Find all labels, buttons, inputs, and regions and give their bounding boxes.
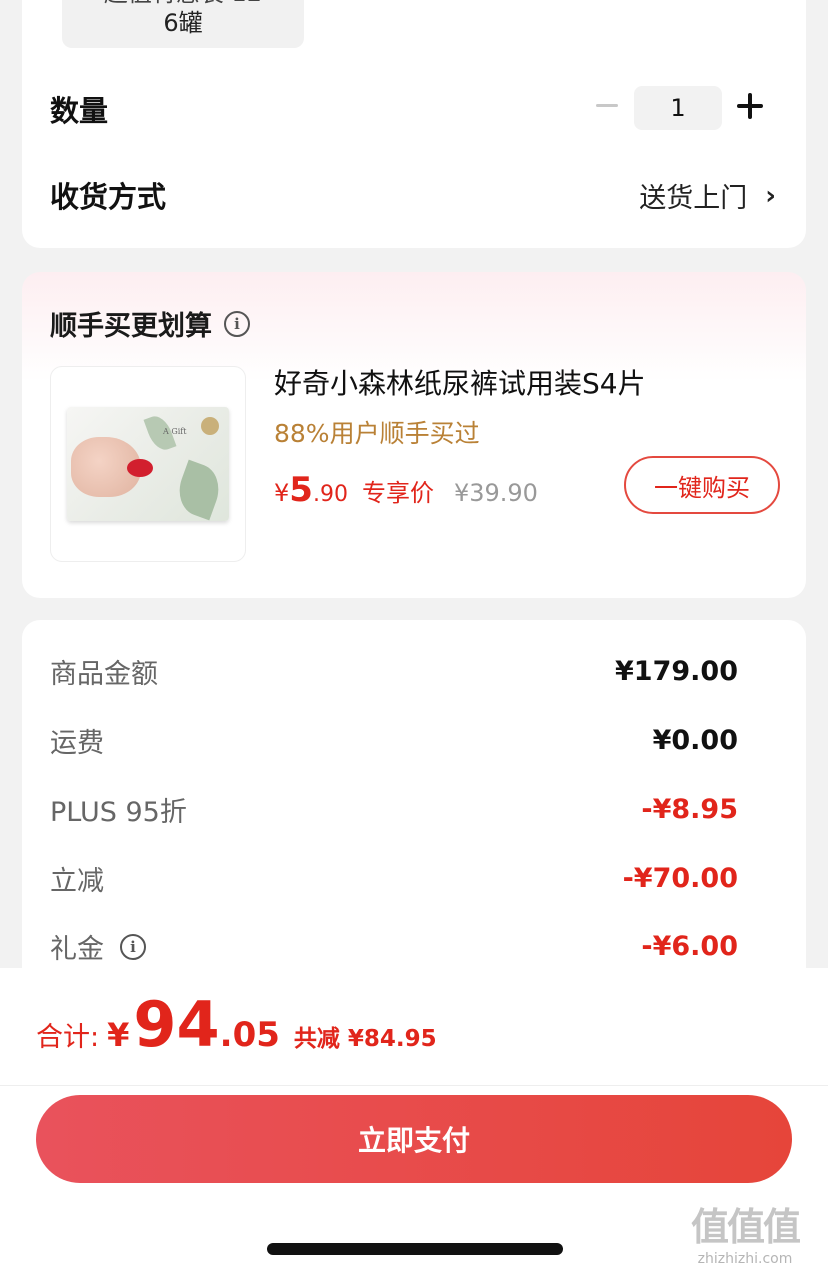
shipping-method-value: 送货上门 — [639, 183, 748, 214]
one-click-buy-button[interactable]: 一键购买 — [624, 456, 780, 514]
product-price: ¥ 5 .90 专享价 ¥39.90 — [274, 470, 538, 510]
summary-row-plus-discount: PLUS 95折 -¥8.95 — [50, 790, 738, 829]
order-options-card: 超值特惠装 12 6罐 数量 1 收货方式 送货上门 › — [22, 0, 806, 248]
price-integer: 5 — [289, 470, 313, 510]
total-currency: ¥ — [107, 1016, 130, 1054]
minus-icon — [596, 103, 618, 107]
total-decimal: .05 — [219, 1015, 280, 1055]
summary-value: ¥179.00 — [615, 656, 738, 687]
summary-row-shipping: 运费 ¥0.00 — [50, 721, 738, 760]
pay-now-button[interactable]: 立即支付 — [36, 1095, 792, 1183]
watermark: 值值值 zhizhizhi.com — [670, 1196, 820, 1267]
summary-value: -¥8.95 — [641, 794, 738, 825]
package-text: A Gift — [163, 427, 187, 436]
variant-option-label: 6罐 — [163, 9, 203, 37]
product-image[interactable]: A Gift — [50, 366, 246, 562]
watermark-logo: 值值值 — [690, 1205, 801, 1249]
total-amount: 合计: ¥ 94 .05 共减 ¥84.95 — [36, 994, 437, 1056]
product-name[interactable]: 好奇小森林纸尿裤试用装S4片 — [274, 362, 646, 402]
huggies-logo-icon — [127, 459, 153, 477]
quantity-input[interactable]: 1 — [634, 86, 722, 130]
shipping-method-label: 收货方式 — [50, 180, 167, 214]
recommendation-title: 顺手买更划算 i — [50, 304, 250, 343]
summary-row-gift-money: 礼金 i -¥6.00 — [50, 927, 738, 966]
quantity-label: 数量 — [50, 94, 109, 128]
summary-value: -¥6.00 — [641, 931, 738, 962]
quantity-increase-button[interactable] — [737, 93, 763, 119]
recommendation-title-text: 顺手买更划算 — [50, 311, 212, 342]
total-integer: 94 — [133, 988, 220, 1061]
home-indicator — [267, 1243, 563, 1255]
summary-row-goods: 商品金额 ¥179.00 — [50, 652, 738, 691]
divider — [0, 1085, 828, 1086]
total-label: 合计: — [36, 1022, 100, 1053]
variant-option[interactable]: 超值特惠装 12 6罐 — [62, 0, 304, 48]
variant-option-partial-text: 超值特惠装 12 — [104, 0, 262, 8]
summary-label: 运费 — [50, 728, 104, 759]
price-currency: ¥ — [274, 479, 290, 507]
summary-label: 立减 — [50, 866, 104, 897]
original-price: ¥39.90 — [453, 479, 538, 507]
watermark-url: zhizhizhi.com — [697, 1251, 793, 1267]
chevron-right-icon: › — [765, 180, 776, 211]
summary-label: PLUS 95折 — [50, 797, 187, 828]
shipping-method-selector[interactable]: 送货上门 › — [639, 176, 776, 215]
summary-value: -¥70.00 — [622, 863, 738, 894]
info-icon[interactable]: i — [224, 310, 250, 337]
summary-label: 商品金额 — [50, 659, 158, 690]
price-decimal: .90 — [312, 482, 348, 507]
info-icon[interactable]: i — [120, 933, 146, 960]
summary-row-instant-discount: 立减 -¥70.00 — [50, 859, 738, 898]
checkout-bar: 合计: ¥ 94 .05 共减 ¥84.95 立即支付 值值值 zhizhizh… — [0, 968, 828, 1273]
product-popularity: 88%用户顺手买过 — [274, 419, 480, 448]
exclusive-price-tag: 专享价 — [361, 479, 434, 507]
diaper-package-image: A Gift — [67, 407, 229, 521]
total-discount[interactable]: 共减 ¥84.95 — [294, 1019, 437, 1053]
add-on-recommendation-card: 顺手买更划算 i A Gift 好奇小森林纸尿裤试用装S4片 88%用户顺手买过… — [22, 272, 806, 598]
summary-label: 礼金 — [50, 934, 104, 965]
summary-label-wrap: 礼金 i — [50, 927, 146, 966]
quantity-decrease-button[interactable] — [592, 90, 622, 120]
summary-value: ¥0.00 — [652, 725, 738, 756]
